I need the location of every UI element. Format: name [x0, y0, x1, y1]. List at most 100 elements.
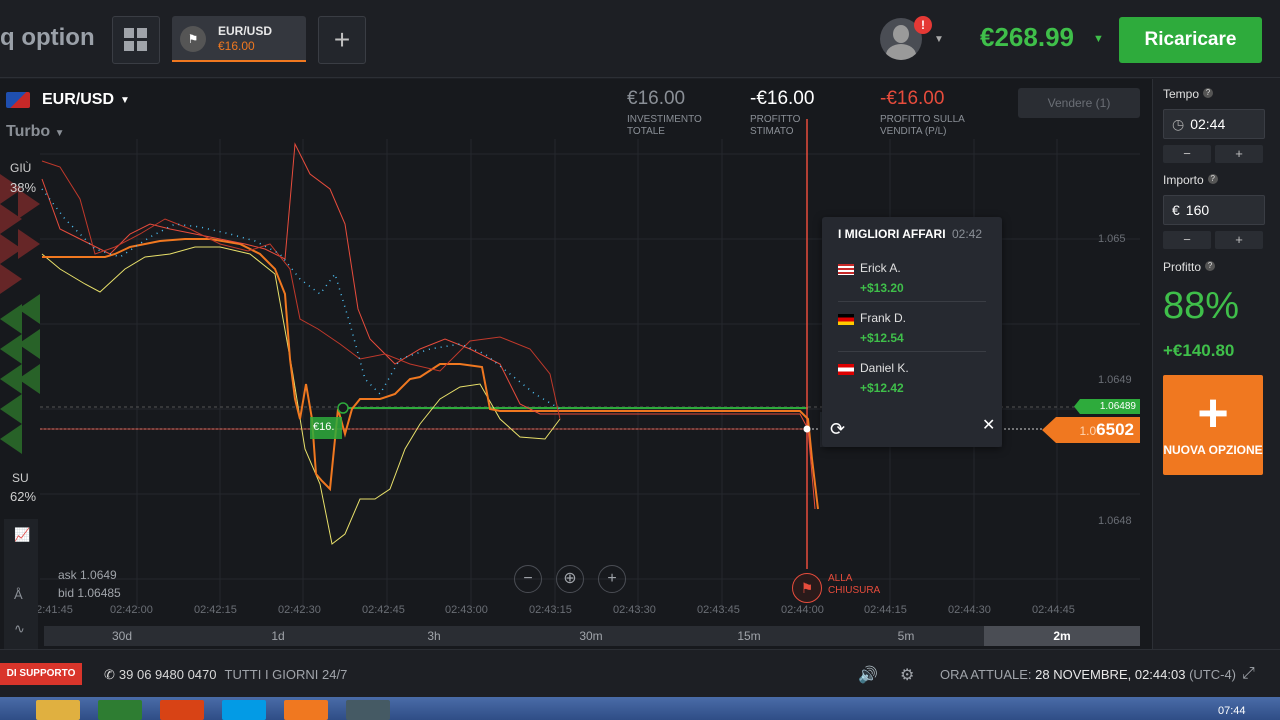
time-plus-button[interactable]: + [1215, 145, 1263, 163]
price-tag-green: 1.06489 [1074, 399, 1140, 414]
time-minus-button[interactable]: − [1163, 145, 1211, 163]
add-tab-button[interactable]: + [318, 16, 366, 64]
chevron-down-icon: ▼ [120, 94, 130, 106]
period-30d[interactable]: 30d [44, 626, 200, 646]
pair-name: EUR/USD [42, 91, 115, 108]
stat-sale-profit: -€16.00 PROFITTO SULLA VENDITA (P/L) [880, 88, 965, 137]
axis-price: 1.0648 [1098, 515, 1132, 527]
best-deals-time: 02:42 [952, 227, 983, 241]
expiry-time-field[interactable]: ◷ 02:44 [1163, 109, 1265, 139]
us-flag-icon [838, 264, 854, 275]
chevron-down-icon[interactable]: ▼ [1093, 33, 1104, 45]
app-icon[interactable] [346, 700, 390, 720]
app-icon[interactable] [284, 700, 328, 720]
up-percent: 62% [10, 489, 37, 504]
draw-tool-icon[interactable]: Å [14, 587, 30, 603]
footer: DI SUPPORTO ✆ 39 06 9480 0470 TUTTI I GIOR… [0, 649, 1280, 697]
pair-selector[interactable]: EUR/USD ▼ [6, 91, 130, 109]
period-3h[interactable]: 3h [356, 626, 512, 646]
down-label: GIÙ [10, 161, 32, 175]
volume-icon[interactable]: 🔊 [858, 665, 878, 685]
time-label: 02:42:00 [110, 604, 153, 616]
new-option-button[interactable]: + NUOVA OPZIONE [1163, 375, 1263, 475]
current-price-tag: 1.06502 [1042, 417, 1140, 443]
time-label: Tempo? [1163, 87, 1214, 101]
trade-panel: Tempo? ◷ 02:44 − + Importo? €160 − + Prof… [1152, 79, 1280, 649]
skype-icon[interactable] [222, 700, 266, 720]
time-label: 02:42:45 [362, 604, 405, 616]
amount-minus-button[interactable]: − [1163, 231, 1211, 249]
profit-amount: +€140.80 [1163, 341, 1235, 360]
folder-icon[interactable] [36, 700, 80, 720]
chrome-icon[interactable] [160, 700, 204, 720]
best-deals-title: I MIGLIORI AFFARI [838, 227, 946, 241]
zoom-in-button[interactable]: + [598, 565, 626, 593]
time-label: 02:44:30 [948, 604, 991, 616]
plus-icon: + [1197, 383, 1229, 443]
logo: q option [0, 24, 95, 51]
axis-price: 1.065 [1098, 233, 1126, 245]
de-flag-icon [838, 314, 854, 325]
period-2m[interactable]: 2m [984, 626, 1140, 646]
profit-percent: 88% [1163, 285, 1240, 327]
recharge-button[interactable]: Ricaricare [1119, 17, 1262, 63]
chevron-down-icon[interactable]: ▼ [934, 34, 944, 45]
center-button[interactable]: ⊕ [556, 565, 584, 593]
profit-label: Profitto? [1163, 260, 1216, 274]
support-button[interactable]: DI SUPPORTO [0, 663, 82, 685]
mode-selector[interactable]: Turbo ▼ [6, 123, 65, 141]
gear-icon[interactable]: ⚙ [900, 665, 914, 685]
refresh-icon[interactable]: ⟳ [830, 419, 845, 440]
phone-icon: ✆ [104, 667, 115, 682]
best-deals-panel: I MIGLIORI AFFARI 02:42 Erick A. +$13.20… [822, 217, 1002, 447]
asset-tab[interactable]: ⚑ EUR/USD €16.00 [172, 16, 306, 62]
trade-marker-label: €16. [313, 421, 335, 433]
time-label: 02:43:00 [445, 604, 488, 616]
chart-area[interactable]: EUR/USD ▼ Turbo ▼ GIÙ 38% SU 62% €16.00 … [0, 79, 1152, 649]
period-15m[interactable]: 15m [670, 626, 828, 646]
stat-total-investment: €16.00 INVESTIMENTO TOTALE [627, 88, 702, 137]
axis-price: 1.0649 [1098, 374, 1132, 386]
amount-field[interactable]: €160 [1163, 195, 1265, 225]
up-label: SU [12, 471, 29, 485]
time-label: 02:43:45 [697, 604, 740, 616]
indicators-icon[interactable]: ∿ [14, 621, 30, 637]
period-30m[interactable]: 30m [512, 626, 670, 646]
current-time: ORA ATTUALE: 28 NOVEMBRE, 02:44:03 (UTC-… [940, 667, 1237, 682]
taskbar-clock: 07:44 [1218, 705, 1246, 717]
at-flag-icon [838, 364, 854, 375]
grid-icon [124, 28, 147, 51]
time-label: 02:43:15 [529, 604, 572, 616]
chart-type-icon[interactable]: 📈 [14, 527, 30, 543]
notification-badge: ! [914, 16, 932, 34]
eu-us-flag-icon [6, 92, 30, 108]
period-bar: 30d 1d 3h 30m 15m 5m 2m [44, 626, 1140, 646]
period-5m[interactable]: 5m [828, 626, 984, 646]
fullscreen-icon[interactable]: ⤢ [1242, 665, 1255, 683]
mode-label: Turbo [6, 123, 51, 140]
amount-plus-button[interactable]: + [1215, 231, 1263, 249]
time-label: 02:43:30 [613, 604, 656, 616]
asset-tab-amount: €16.00 [218, 39, 255, 53]
support-phone: ✆ 39 06 9480 0470 TUTTI I GIORNI 24/7 [104, 667, 348, 682]
assets-grid-button[interactable] [112, 16, 160, 64]
time-label: 02:44:00 [781, 604, 824, 616]
clock-icon: ◷ [1172, 116, 1185, 132]
ask-price: ask 1.0649 [58, 568, 117, 582]
period-1d[interactable]: 1d [200, 626, 356, 646]
asset-tab-name: EUR/USD [218, 24, 273, 38]
down-percent: 38% [10, 180, 37, 195]
time-label: 02:44:15 [864, 604, 907, 616]
zoom-out-button[interactable]: − [514, 565, 542, 593]
checkered-flag-icon: ⚑ [180, 26, 206, 52]
sell-button[interactable]: Vendere (1) [1018, 88, 1140, 118]
bid-price: bid 1.06485 [58, 586, 121, 600]
list-item: Daniel K. +$12.42 [838, 359, 988, 409]
close-icon[interactable]: ✕ [982, 415, 995, 435]
store-icon[interactable] [98, 700, 142, 720]
balance[interactable]: €268.99 [980, 22, 1074, 53]
time-label: 02:42:30 [278, 604, 321, 616]
expiry-label: ALLA CHIUSURA [828, 573, 881, 596]
os-taskbar: 07:44 [0, 697, 1280, 720]
chart-tools: 📈 Å ∿ [4, 519, 38, 649]
